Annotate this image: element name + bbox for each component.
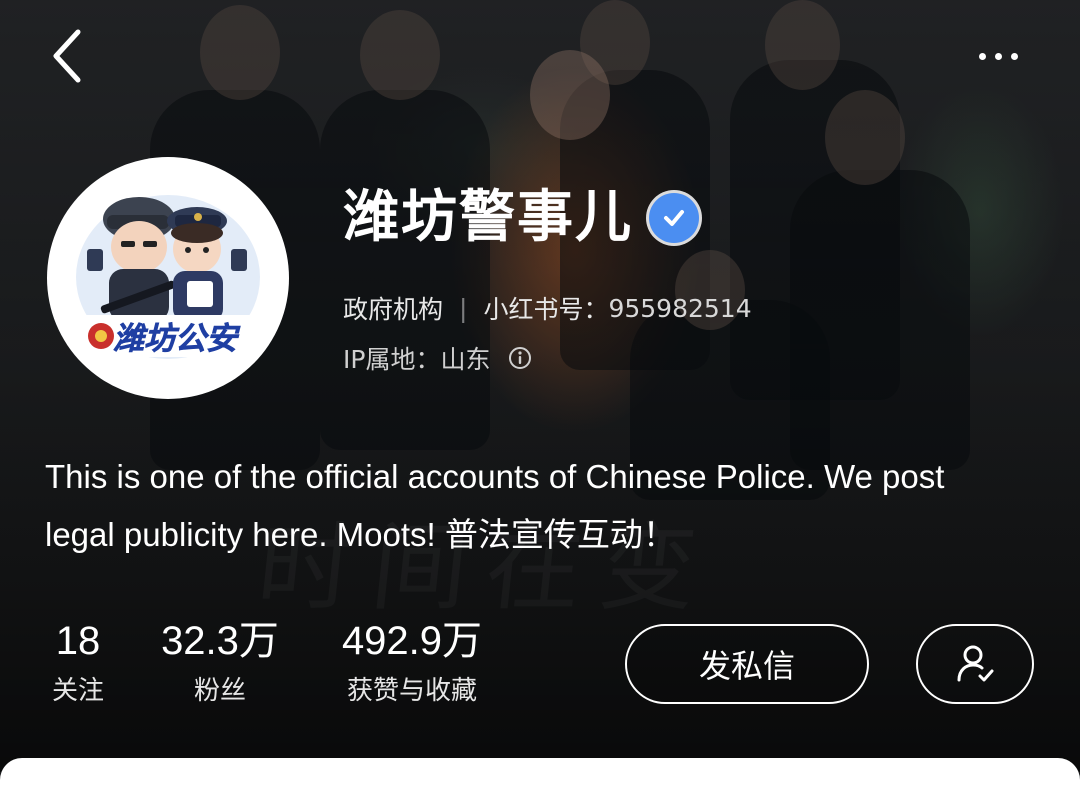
ip-location: 山东: [440, 345, 491, 374]
followers-stat[interactable]: 32.3万 粉丝: [150, 617, 290, 711]
more-dots-icon: [978, 52, 986, 60]
ip-location-row: IP属地： 山东: [343, 340, 532, 376]
following-count: 18: [55, 619, 101, 663]
following-label: 关注: [51, 676, 104, 706]
svg-text:潍坊公安: 潍坊公安: [113, 321, 241, 357]
verified-check-icon: [649, 193, 699, 243]
profile-name: 潍坊警事儿: [343, 185, 633, 250]
profile-bio: This is one of the official accounts of …: [45, 458, 945, 553]
likes-stat[interactable]: 492.9万 获赞与收藏: [322, 617, 502, 711]
followers-count: 32.3万: [161, 619, 279, 663]
red-id-label: 小红书号：: [483, 295, 609, 324]
ip-label: IP属地：: [343, 345, 441, 374]
chevron-left-icon: [53, 29, 81, 83]
info-circle-icon[interactable]: [508, 346, 532, 370]
back-button[interactable]: [48, 26, 92, 86]
content-sheet-edge: [0, 758, 1080, 798]
follow-button[interactable]: [916, 624, 1034, 704]
user-check-icon: [957, 645, 994, 682]
message-button[interactable]: 发私信: [625, 624, 869, 704]
following-stat[interactable]: 18 关注: [38, 617, 118, 711]
likes-label: 获赞与收藏: [346, 676, 477, 706]
account-type: 政府机构: [343, 295, 444, 324]
likes-count: 492.9万: [341, 619, 483, 663]
meta-separator: |: [459, 293, 468, 323]
police-mascot-logo: 潍坊公安: [76, 195, 260, 359]
followers-label: 粉丝: [193, 676, 246, 706]
more-options-button[interactable]: [962, 36, 1034, 76]
avatar[interactable]: 潍坊公安: [47, 157, 289, 399]
profile-name-row: 潍坊警事儿: [343, 182, 699, 254]
account-meta: 政府机构 | 小红书号： 955982514: [343, 290, 752, 326]
red-id[interactable]: 955982514: [608, 294, 751, 323]
